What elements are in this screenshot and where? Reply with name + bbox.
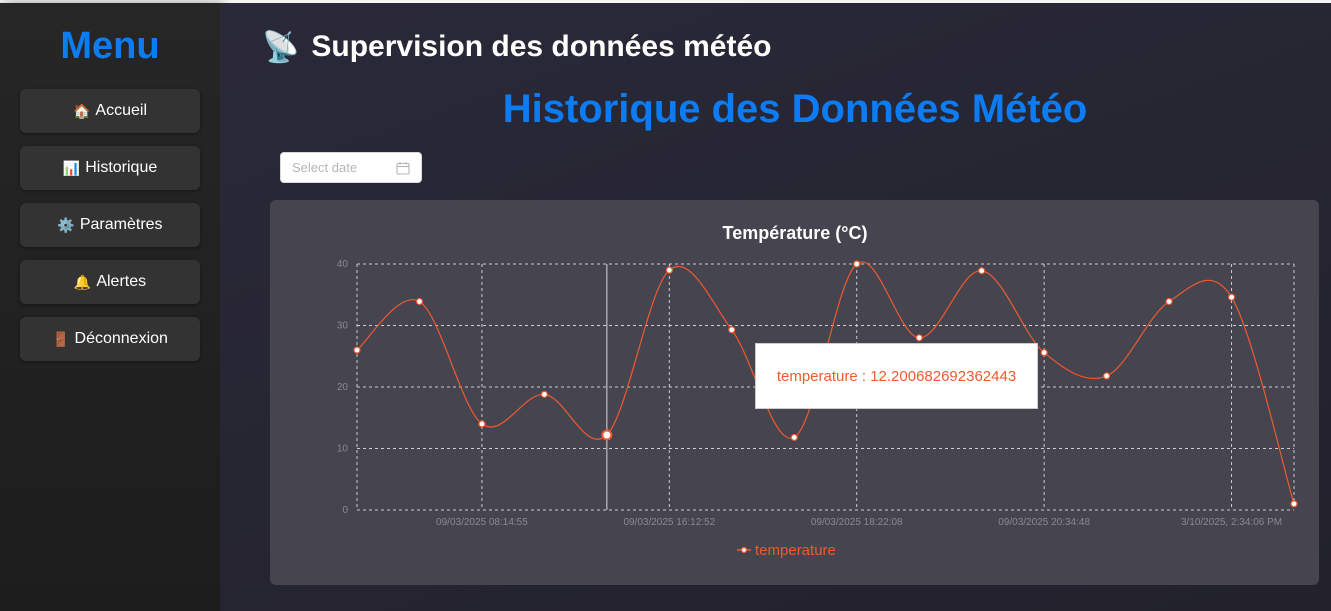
house-icon: 🏠 <box>72 102 91 119</box>
menu-title: Menu <box>60 25 160 67</box>
satellite-dish-icon: 📡 <box>262 30 300 64</box>
gear-icon: ⚙️ <box>57 216 75 233</box>
nav-label: Accueil <box>95 102 147 119</box>
nav-accueil-button[interactable]: 🏠 Accueil <box>20 89 200 133</box>
nav-parametres-button[interactable]: ⚙️ Paramètres <box>20 203 200 247</box>
bell-icon: 🔔 <box>73 273 92 290</box>
nav-label: Alertes <box>96 273 147 290</box>
main-content: 📡 Supervision des données météo Historiq… <box>220 3 1331 611</box>
nav-label: Déconnexion <box>74 330 168 347</box>
nav-historique-button[interactable]: 📊 Historique <box>20 146 200 190</box>
nav-label: Historique <box>85 159 158 176</box>
page-title: Historique des Données Météo <box>502 87 1088 131</box>
bar-chart-icon: 📊 <box>62 159 81 176</box>
calendar-icon[interactable] <box>396 161 410 175</box>
nav-deconnexion-button[interactable]: 🚪 Déconnexion <box>20 317 200 361</box>
app-title: Supervision des données météo <box>311 30 772 63</box>
sidebar: Menu 🏠 Accueil 📊 Historique ⚙️ Paramètre… <box>0 3 220 611</box>
app-header: 📡 Supervision des données météo <box>262 27 771 67</box>
chart-tooltip: temperature : 12.200682692362443 <box>755 343 1038 409</box>
date-picker[interactable] <box>280 152 422 183</box>
nav-alertes-button[interactable]: 🔔 Alertes <box>20 260 200 304</box>
nav-label: Paramètres <box>79 216 163 233</box>
door-icon: 🚪 <box>52 330 70 347</box>
date-input[interactable] <box>292 160 388 175</box>
